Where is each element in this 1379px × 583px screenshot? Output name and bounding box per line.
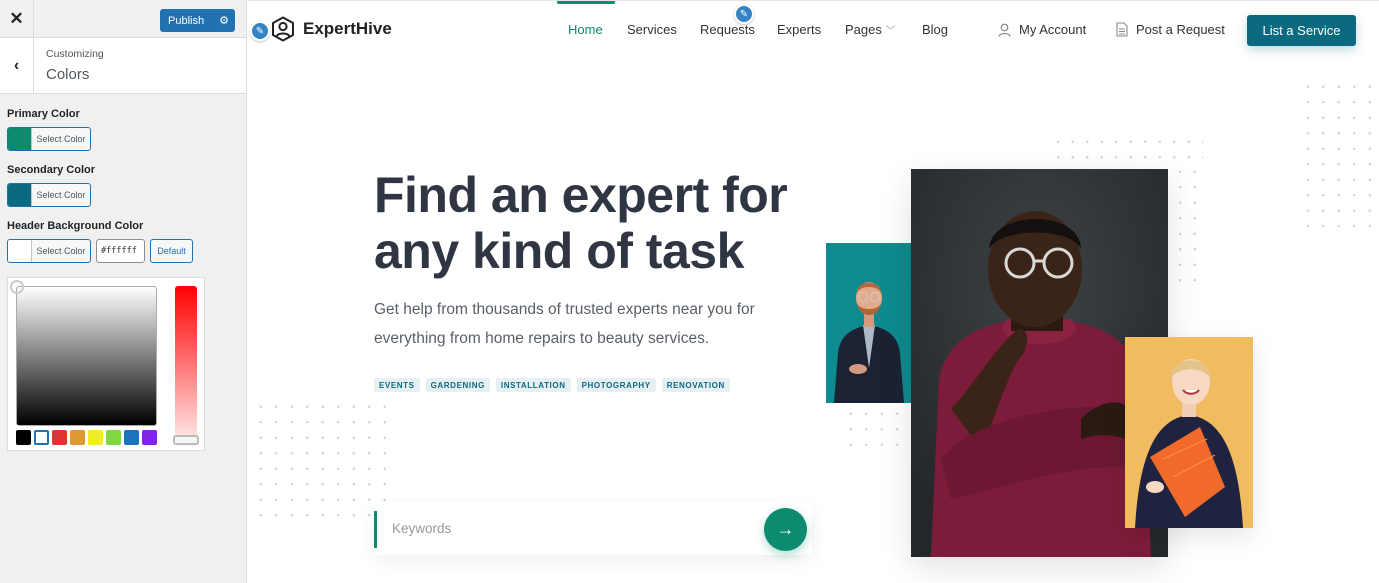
man-in-suit-illustration — [826, 243, 912, 403]
my-account-label: My Account — [1019, 22, 1087, 37]
nav-blog[interactable]: Blog — [922, 22, 948, 37]
chevron-left-icon: ‹ — [13, 57, 20, 74]
hue-slider[interactable] — [175, 286, 197, 446]
nav-home[interactable]: Home — [568, 22, 603, 37]
secondary-color-label: Secondary Color — [7, 164, 96, 176]
post-request-link[interactable]: Post a Request — [1116, 22, 1225, 37]
header-bg-color-label: Header Background Color — [7, 220, 144, 232]
pencil-icon: ✎ — [739, 8, 749, 20]
select-color-label: Select Color — [36, 134, 86, 144]
breadcrumb: Customizing — [46, 48, 104, 60]
section-header: ‹ Customizing Colors — [0, 38, 246, 94]
arrow-right-icon: → — [776, 519, 795, 539]
palette-swatch[interactable] — [16, 430, 31, 445]
palette-swatch[interactable] — [70, 430, 85, 445]
palette-swatch[interactable] — [52, 430, 67, 445]
woman-with-folder-illustration — [1125, 337, 1253, 528]
nav-services[interactable]: Services — [627, 22, 677, 37]
primary-color-label: Primary Color — [7, 108, 80, 120]
category-tags: EVENTS GARDENING INSTALLATION PHOTOGRAPH… — [374, 378, 730, 392]
palette-swatch[interactable] — [88, 430, 103, 445]
hero-subtitle: Get help from thousands of trusted exper… — [374, 301, 755, 347]
dot-pattern-decoration — [843, 406, 905, 452]
saturation-lightness-area[interactable] — [16, 286, 157, 426]
tag-installation[interactable]: INSTALLATION — [495, 378, 571, 392]
nav-experts[interactable]: Experts — [777, 22, 821, 37]
color-picker — [7, 277, 205, 451]
select-color-label: Select Color — [36, 190, 86, 200]
nav-requests[interactable]: Requests — [700, 22, 755, 37]
user-icon — [998, 23, 1011, 37]
close-icon: ✕ — [9, 9, 24, 28]
dot-pattern-decoration — [1051, 134, 1203, 164]
document-icon — [1116, 22, 1128, 37]
tag-photography[interactable]: PHOTOGRAPHY — [576, 378, 656, 392]
primary-color-select-button[interactable]: Select Color — [7, 127, 91, 151]
edit-shortcut-logo[interactable]: ✎ — [250, 21, 270, 41]
site-preview: ✎ ExpertHive Home Services Requests Expe… — [248, 0, 1379, 583]
hexagon-user-icon — [272, 16, 294, 42]
publish-button[interactable]: Publish ⚙ — [160, 9, 235, 32]
palette-swatch[interactable] — [124, 430, 139, 445]
back-button[interactable]: ‹ — [0, 38, 34, 94]
publish-label: Publish — [168, 14, 205, 27]
edit-shortcut-menu[interactable]: ✎ — [734, 4, 754, 24]
section-title: Colors — [46, 66, 90, 83]
brand-name: ExpertHive — [303, 19, 392, 38]
secondary-color-swatch — [8, 184, 32, 206]
gear-icon[interactable]: ⚙ — [213, 14, 235, 27]
tag-gardening[interactable]: GARDENING — [425, 378, 490, 392]
keywords-input[interactable] — [392, 512, 752, 545]
palette-swatch[interactable] — [34, 430, 49, 445]
header-bg-color-swatch — [8, 240, 32, 262]
man-in-suit-photo — [826, 243, 912, 403]
color-controls: Primary Color Select Color Secondary Col… — [0, 94, 246, 263]
primary-color-swatch — [8, 128, 32, 150]
tag-renovation[interactable]: RENOVATION — [661, 378, 730, 392]
site-logo[interactable]: ExpertHive — [271, 16, 392, 42]
close-customizer-button[interactable]: ✕ — [0, 0, 34, 38]
site-header: ✎ ExpertHive Home Services Requests Expe… — [248, 1, 1379, 59]
customizer-panel: ✕ Publish ⚙ ‹ Customizing Colors Primary… — [0, 0, 247, 583]
nav-pages-label: Pages — [845, 22, 882, 37]
dot-pattern-decoration — [253, 399, 393, 523]
color-palette — [16, 430, 157, 445]
hue-slider-handle[interactable] — [173, 435, 199, 445]
keyword-search: → — [374, 502, 812, 555]
default-color-button[interactable]: Default — [150, 239, 193, 263]
list-service-button[interactable]: List a Service — [1247, 15, 1356, 46]
tag-events[interactable]: EVENTS — [374, 378, 420, 392]
secondary-color-select-button[interactable]: Select Color — [7, 183, 91, 207]
header-bg-color-select-button[interactable]: Select Color — [7, 239, 91, 263]
hex-color-input[interactable] — [96, 239, 145, 263]
search-accent-bar — [374, 511, 377, 548]
customizer-header: ✕ Publish ⚙ — [0, 0, 246, 38]
pencil-icon: ✎ — [255, 25, 265, 37]
woman-with-folder-photo — [1125, 337, 1253, 528]
post-request-label: Post a Request — [1136, 22, 1225, 37]
select-color-label: Select Color — [36, 246, 86, 256]
color-picker-handle[interactable] — [10, 280, 24, 294]
nav-pages[interactable]: Pages ﹀ — [845, 22, 896, 37]
active-nav-indicator — [557, 1, 615, 4]
palette-swatch[interactable] — [142, 430, 157, 445]
search-submit-button[interactable]: → — [764, 508, 807, 551]
chevron-down-icon: ﹀ — [885, 26, 896, 37]
dot-pattern-decoration — [1300, 79, 1379, 227]
hero-title: Find an expert for any kind of task — [374, 167, 788, 279]
dot-pattern-decoration — [1173, 164, 1203, 284]
palette-swatch[interactable] — [106, 430, 121, 445]
my-account-link[interactable]: My Account — [998, 22, 1086, 37]
